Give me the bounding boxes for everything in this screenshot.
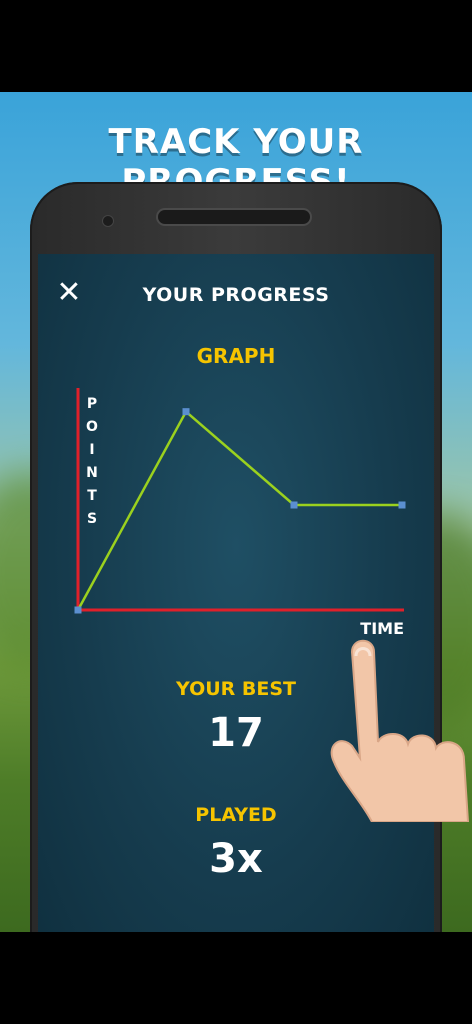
progress-chart: P O I N T STIME bbox=[74, 388, 406, 638]
data-point bbox=[290, 501, 298, 509]
y-axis-label: POINTS bbox=[86, 396, 98, 527]
played-value: 3x bbox=[209, 836, 263, 882]
chart-labels: P O I N T STIME bbox=[86, 396, 404, 638]
progress-screen: ✕ YOUR PROGRESS GRAPH P O I N T S TIME YOUR BE… bbox=[38, 254, 434, 932]
promo-background: TRACK YOUR PROGRESS! ✕ YOUR PROGRESS GRA… bbox=[0, 92, 472, 932]
pointing-hand-icon bbox=[330, 639, 470, 822]
data-point bbox=[74, 606, 82, 614]
chart-axes bbox=[76, 388, 404, 612]
camera-icon bbox=[103, 216, 113, 226]
series-line bbox=[76, 409, 402, 611]
data-point bbox=[182, 408, 190, 416]
speaker-grille bbox=[158, 210, 310, 224]
graph-label: GRAPH bbox=[196, 344, 276, 368]
chart-series bbox=[74, 408, 406, 614]
page-title: YOUR PROGRESS bbox=[142, 284, 330, 306]
data-point bbox=[398, 501, 406, 509]
